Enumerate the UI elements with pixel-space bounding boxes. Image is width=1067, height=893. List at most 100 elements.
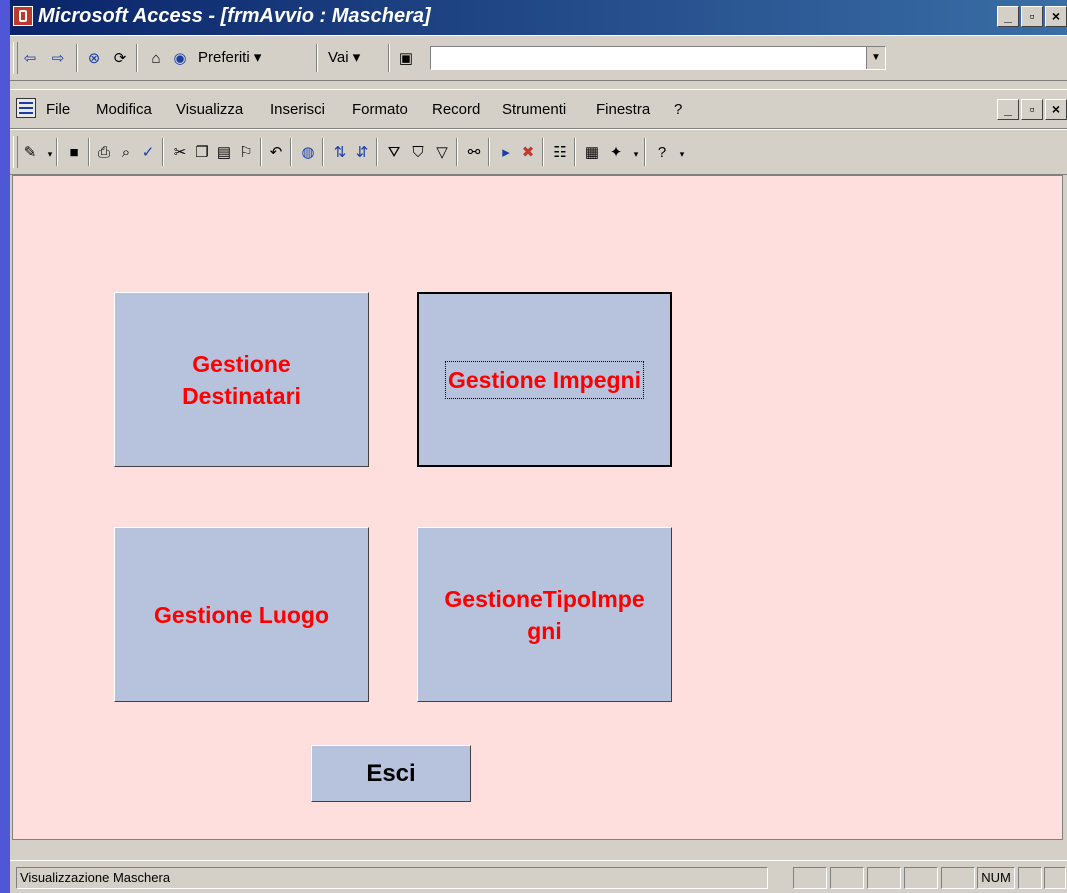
toolbar-separator (488, 138, 490, 166)
toolbar-separator (574, 138, 576, 166)
gestione-destinatari-label: Gestione Destinatari (182, 350, 301, 409)
toolbar-gap (10, 81, 1067, 89)
status-indicator (793, 867, 827, 889)
print-preview-icon[interactable]: ⌕ (116, 142, 136, 162)
cut-icon[interactable]: ✂ (170, 142, 190, 162)
spelling-icon[interactable]: ✓ (138, 142, 158, 162)
apply-filter-icon[interactable]: ▽ (432, 142, 452, 162)
esci-label: Esci (366, 759, 416, 787)
format-painter-icon[interactable]: ⚐ (236, 142, 256, 162)
menu-record[interactable]: Record (432, 101, 480, 118)
favorites-menu[interactable]: Preferiti ▾ (198, 48, 261, 66)
menu-file[interactable]: File (46, 101, 70, 118)
form-view-toolbar: ✎ ▾ ■ ⎙ ⌕ ✓ ✂ ❐ ▤ ⚐ ↶ ◍ ⇅ ⇵ ⛛ ⛉ ▽ ⚯ ▸ ✖ … (10, 129, 1067, 175)
toolbar-separator (388, 44, 390, 72)
copy-icon[interactable]: ❐ (192, 142, 212, 162)
print-icon[interactable]: ⎙ (94, 142, 114, 162)
sort-descending-icon[interactable]: ⇵ (352, 142, 372, 162)
home-icon[interactable]: ⌂ (146, 48, 166, 68)
toolbar-separator (88, 138, 90, 166)
document-restore-button[interactable]: ▫ (1021, 99, 1043, 120)
hyperlink-icon[interactable]: ◍ (298, 142, 318, 162)
refresh-icon[interactable]: ⟳ (110, 48, 130, 68)
close-button[interactable]: × (1045, 6, 1067, 27)
chevron-down-icon[interactable]: ▾ (626, 144, 646, 164)
gestione-tipo-impegni-label: GestioneTipoImpe gni (444, 585, 645, 644)
form-window-icon[interactable] (16, 98, 36, 118)
form-area: Gestione Destinatari Gestione Impegni Ge… (10, 175, 1067, 860)
new-object-icon[interactable]: ✦ (606, 142, 626, 162)
toolbar-separator (644, 138, 646, 166)
menu-help[interactable]: ? (674, 101, 682, 118)
chevron-down-icon[interactable]: ▼ (866, 47, 885, 69)
sort-ascending-icon[interactable]: ⇅ (330, 142, 350, 162)
menu-modifica[interactable]: Modifica (96, 101, 152, 118)
toolbar-separator (56, 138, 58, 166)
gestione-impegni-button[interactable]: Gestione Impegni (417, 292, 672, 467)
view-design-icon[interactable]: ✎ (20, 142, 40, 162)
globe-search-icon[interactable]: ◉ (170, 48, 190, 68)
toolbar-separator (456, 138, 458, 166)
gestione-tipo-impegni-button[interactable]: GestioneTipoImpe gni (417, 527, 672, 702)
chevron-down-icon[interactable]: ▾ (672, 144, 692, 164)
menu-inserisci[interactable]: Inserisci (270, 101, 325, 118)
status-text: Visualizzazione Maschera (16, 867, 768, 889)
stop-icon[interactable]: ⊗ (84, 48, 104, 68)
gestione-luogo-label: Gestione Luogo (153, 601, 330, 628)
status-bar: Visualizzazione Maschera NUM (10, 860, 1067, 893)
toolbar-separator (322, 138, 324, 166)
show-only-web-toolbar-icon[interactable]: ▣ (396, 48, 416, 68)
toolbar-separator (290, 138, 292, 166)
filter-by-selection-icon[interactable]: ⛛ (384, 142, 404, 162)
esci-button[interactable]: Esci (311, 745, 471, 802)
document-minimize-button[interactable]: _ (997, 99, 1019, 120)
menu-finestra[interactable]: Finestra (596, 101, 650, 118)
filter-by-form-icon[interactable]: ⛉ (408, 142, 428, 162)
status-indicator (1018, 867, 1042, 889)
toolbar-separator (542, 138, 544, 166)
access-app-icon[interactable] (13, 6, 33, 26)
address-input[interactable]: ▼ (430, 46, 886, 70)
find-binoculars-icon[interactable]: ⚯ (464, 142, 484, 162)
gestione-impegni-label: Gestione Impegni (445, 360, 644, 399)
menu-strumenti[interactable]: Strumenti (502, 101, 566, 118)
status-indicator (830, 867, 864, 889)
database-window-icon[interactable]: ▦ (582, 142, 602, 162)
new-record-icon[interactable]: ▸ (496, 142, 516, 162)
properties-icon[interactable]: ☷ (550, 142, 570, 162)
delete-record-icon[interactable]: ✖ (518, 142, 538, 162)
status-indicator (1044, 867, 1066, 889)
toolbar-separator (316, 44, 318, 72)
back-arrow-icon[interactable]: ⇦ (20, 48, 40, 68)
gestione-destinatari-button[interactable]: Gestione Destinatari (114, 292, 369, 467)
undo-icon[interactable]: ↶ (266, 142, 286, 162)
toolbar-separator (260, 138, 262, 166)
help-icon[interactable]: ? (652, 142, 672, 162)
toolbar-separator (376, 138, 378, 166)
title-bar: Microsoft Access - [frmAvvio : Maschera]… (10, 0, 1067, 35)
toolbar-separator (162, 138, 164, 166)
status-indicator (941, 867, 975, 889)
document-close-button[interactable]: × (1045, 99, 1067, 120)
save-icon[interactable]: ■ (64, 142, 84, 162)
toolbar-grip[interactable] (13, 42, 18, 74)
toolbar-grip[interactable] (13, 136, 18, 168)
forward-arrow-icon[interactable]: ⇨ (48, 48, 68, 68)
menu-bar: File Modifica Visualizza Inserisci Forma… (10, 89, 1067, 129)
paste-icon[interactable]: ▤ (214, 142, 234, 162)
toolbar-separator (76, 44, 78, 72)
document-window-controls: _ ▫ × (997, 99, 1067, 120)
window-title: Microsoft Access - [frmAvvio : Maschera] (38, 5, 431, 27)
go-menu[interactable]: Vai ▾ (328, 48, 360, 66)
gestione-luogo-button[interactable]: Gestione Luogo (114, 527, 369, 702)
web-toolbar: ⇦ ⇨ ⊗ ⟳ ⌂ ◉ Preferiti ▾ Vai ▾ ▣ ▼ (10, 35, 1067, 81)
num-lock-indicator: NUM (977, 867, 1015, 889)
maximize-button[interactable]: ▫ (1021, 6, 1043, 27)
menu-visualizza[interactable]: Visualizza (176, 101, 243, 118)
menu-formato[interactable]: Formato (352, 101, 408, 118)
form-detail-section: Gestione Destinatari Gestione Impegni Ge… (12, 175, 1063, 840)
status-indicator (867, 867, 901, 889)
window-controls: _ ▫ × (997, 6, 1067, 27)
toolbar-separator (136, 44, 138, 72)
minimize-button[interactable]: _ (997, 6, 1019, 27)
